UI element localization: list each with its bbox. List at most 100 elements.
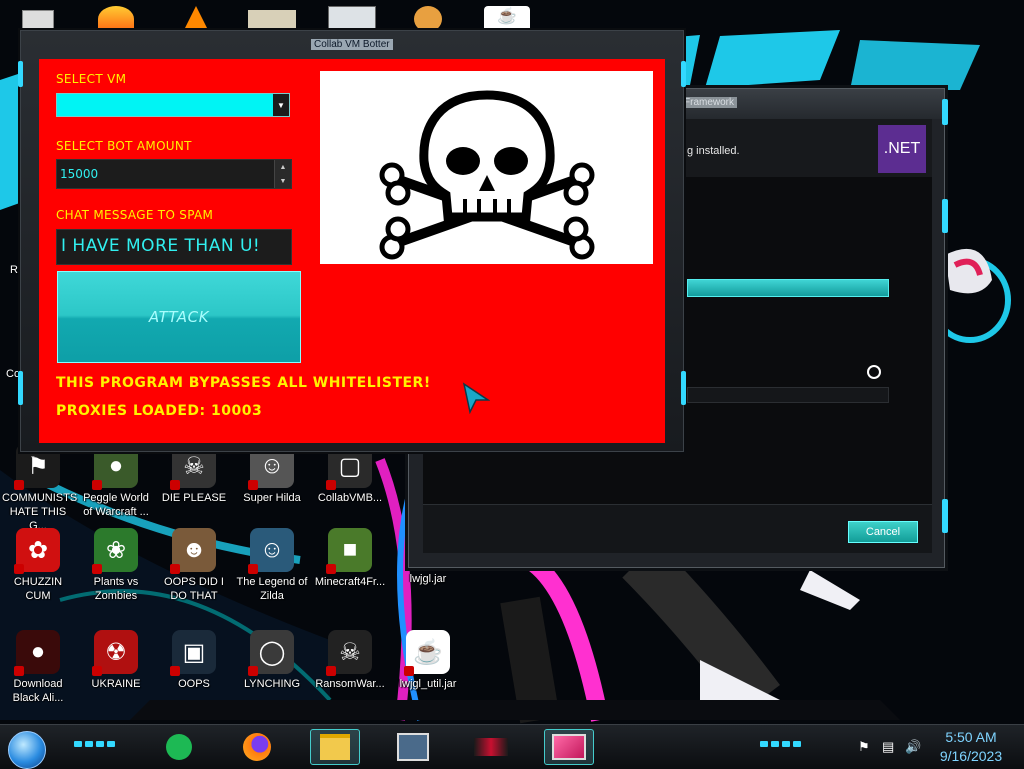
desktop-icon[interactable]: ☺ Super Hilda [236, 444, 308, 505]
desktop-icon[interactable]: ■ Minecraft4Fr... [314, 528, 386, 589]
desktop-icon[interactable]: ● Download Black Ali... [2, 630, 74, 705]
desktop-icon-label: DIE PLEASE [161, 492, 227, 504]
chevron-down-icon[interactable]: ▼ [273, 94, 289, 116]
cursor-icon [462, 382, 490, 414]
taskbar-network[interactable] [388, 729, 438, 765]
skull-and-crossbones-icon [379, 90, 595, 260]
grass-block-icon: ■ [326, 528, 372, 574]
desktop-icon[interactable]: ◯ LYNCHING [236, 630, 308, 691]
chuzzle-icon: ✿ [14, 528, 60, 574]
desktop-icon[interactable]: ● Peggle World of Warcraft ... [80, 444, 152, 519]
volume-icon[interactable]: 🔊 [905, 739, 921, 755]
attack-button[interactable]: ATTACK [57, 271, 301, 363]
chat-message-input[interactable]: I HAVE MORE THAN U! [56, 229, 292, 265]
proxies-loaded-text: PROXIES LOADED: 10003 [56, 403, 263, 419]
shortcut-arrow-icon [170, 480, 180, 490]
pixel-hero-icon: ☺ [248, 528, 294, 574]
flower-icon: ❀ [92, 528, 138, 574]
taskbar-spotify[interactable] [154, 729, 204, 765]
clock-date: 9/16/2023 [939, 748, 1003, 764]
shortcut-arrow-icon [404, 666, 414, 676]
desktop-icon[interactable]: ▣ OOPS [158, 630, 230, 691]
taskbar-media-player[interactable] [466, 729, 516, 765]
dotnet-logo-icon: .NET [878, 125, 926, 173]
desktop-icon-label: COMMUNISTS HATE THIS G... [2, 492, 78, 532]
shortcut-arrow-icon [170, 564, 180, 574]
stepper-buttons: ▲ ▼ [274, 160, 291, 188]
start-button[interactable] [8, 731, 46, 769]
desktop-icon[interactable]: ☺ The Legend of Zilda [236, 528, 308, 603]
bot-amount-label: SELECT BOT AMOUNT [56, 139, 192, 153]
window-frame-accent [18, 371, 23, 405]
potato-icon[interactable] [414, 6, 442, 32]
bypass-status-text: THIS PROGRAM BYPASSES ALL WHITELISTER! [56, 375, 431, 391]
desktop-icon[interactable]: ▢ CollabVMB... [314, 444, 386, 505]
java-icon[interactable]: ☕ [484, 6, 530, 32]
desktop-icon-label: Super Hilda [243, 492, 301, 504]
collab-vm-botter-window: Collab VM Botter SELECT VM ▼ SELECT BOT … [18, 30, 686, 452]
botter-window-title: Collab VM Botter [311, 39, 393, 50]
shortcut-arrow-icon [170, 666, 180, 676]
shortcut-arrow-icon [92, 666, 102, 676]
desktop-icon-label: CollabVMB... [317, 492, 383, 504]
desktop-icon-label: RansomWar... [315, 678, 385, 690]
shortcut-arrow-icon [14, 564, 24, 574]
vlc-icon[interactable] [184, 6, 208, 30]
desktop-icon[interactable]: ☢ UKRAINE [80, 630, 152, 691]
desktop-icon[interactable]: ☕ lwjgl_util.jar [392, 630, 464, 691]
stepper-down-icon[interactable]: ▼ [275, 174, 291, 188]
dotnet-status-message: g installed. [687, 145, 740, 157]
shortcut-arrow-icon [14, 666, 24, 676]
stepper-up-icon[interactable]: ▲ [275, 160, 291, 174]
cancel-button[interactable]: Cancel [848, 521, 918, 543]
taskbar-accent [760, 741, 801, 747]
dotnet-footer: Cancel [423, 504, 932, 553]
desktop-icon[interactable]: ☠ RansomWar... [314, 630, 386, 691]
desktop-icon[interactable]: ☠ DIE PLEASE [158, 444, 230, 505]
desktop-icon-label: UKRAINE [91, 678, 141, 690]
dotnet-progress-bar [687, 279, 889, 297]
taskbar-monitor-app[interactable] [544, 729, 594, 765]
shortcut-arrow-icon [248, 480, 258, 490]
window-frame-accent [681, 61, 686, 87]
system-clock[interactable]: 5:50 AM 9/16/2023 [928, 728, 1014, 766]
network-icon[interactable]: ▤ [882, 739, 894, 755]
desktop-icon[interactable]: ❀ Plants vs Zombies [80, 528, 152, 603]
dotnet-detail-field [687, 387, 889, 403]
vm-select-dropdown[interactable]: ▼ [56, 93, 290, 117]
desktop-icon[interactable]: ✿ CHUZZIN CUM [2, 528, 74, 603]
taskbar-accent [74, 741, 115, 747]
botter-form: SELECT VM ▼ SELECT BOT AMOUNT 15000 ▲ ▼ … [39, 59, 665, 443]
desktop-icon-label: OOPS DID I DO THAT [164, 576, 224, 602]
firefox-icon [243, 733, 271, 761]
network-computers-icon [397, 733, 429, 761]
desktop-icon[interactable]: ☻ OOPS DID I DO THAT [158, 528, 230, 603]
flag-icon[interactable]: ⚑ [858, 739, 870, 755]
bot-amount-stepper[interactable]: 15000 ▲ ▼ [56, 159, 292, 189]
clock-time: 5:50 AM [945, 729, 997, 745]
desktop-icon-label: CHUZZIN CUM [13, 576, 63, 602]
shortcut-arrow-icon [326, 666, 336, 676]
desktop-icon[interactable]: ⚑ COMMUNISTS HATE THIS G... [2, 444, 78, 533]
firefox-icon[interactable] [98, 6, 134, 32]
desktop-icon-label: lwjgl.jar [409, 573, 447, 585]
shortcut-arrow-icon [14, 480, 24, 490]
desktop-icon-label: Minecraft4Fr... [314, 576, 386, 588]
skull-icon: ☠ [326, 630, 372, 676]
shortcut-arrow-icon [326, 564, 336, 574]
window-frame-accent [942, 199, 948, 233]
taskbar-file-explorer[interactable] [310, 729, 360, 765]
window-frame-accent [18, 61, 23, 87]
chat-message-label: CHAT MESSAGE TO SPAM [56, 208, 214, 222]
shortcut-arrow-icon [248, 564, 258, 574]
desktop-icon-label: The Legend of Zilda [236, 576, 308, 602]
dotnet-window-title: Framework [681, 97, 738, 108]
taskbar-firefox[interactable] [232, 729, 282, 765]
shortcut-arrow-icon [92, 480, 102, 490]
desktop-icon-label: Download Black Ali... [12, 678, 64, 704]
media-player-icon [474, 738, 508, 756]
video-icon[interactable] [248, 10, 296, 32]
window-frame-accent [681, 371, 686, 405]
monitor-icon: ▣ [170, 630, 216, 676]
desktop-icon-label: Plants vs Zombies [93, 576, 139, 602]
